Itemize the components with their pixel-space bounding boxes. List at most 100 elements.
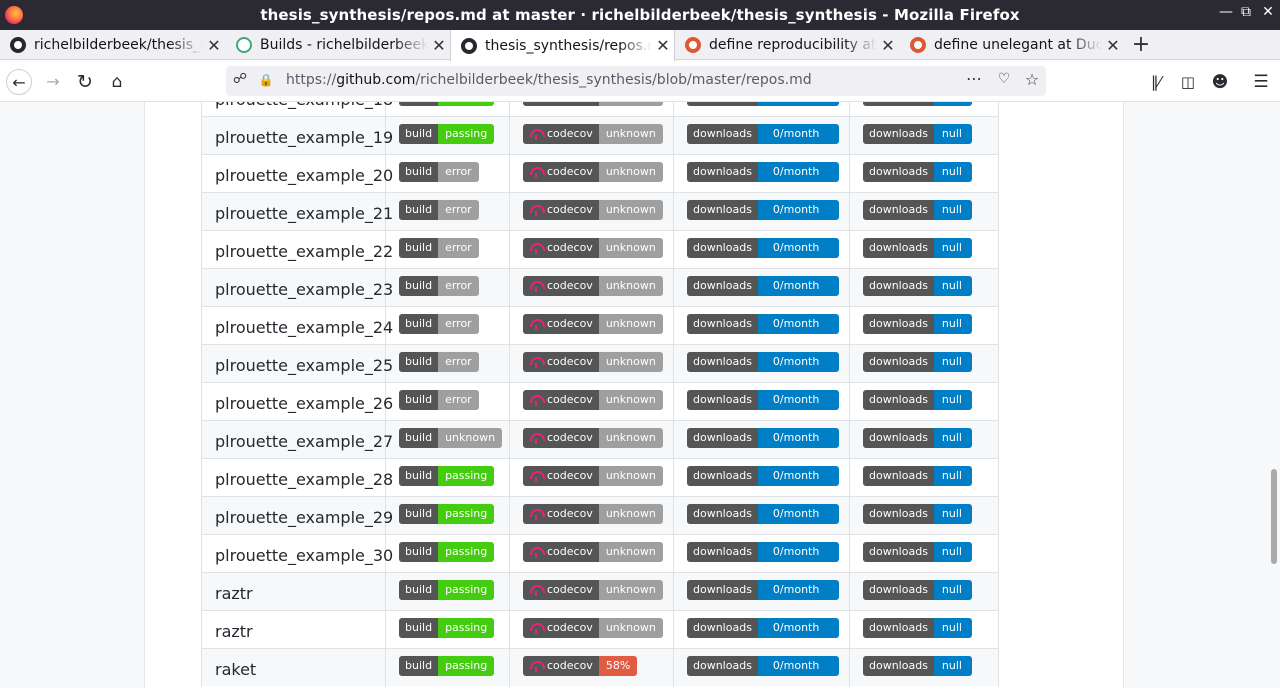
downloads-total-badge[interactable]: downloadsnull <box>863 656 972 676</box>
build-badge[interactable]: build error <box>399 276 479 296</box>
downloads-total-badge[interactable]: downloadsnull <box>863 504 972 524</box>
downloads-total-badge[interactable]: downloadsnull <box>863 162 972 182</box>
codecov-badge[interactable]: codecov unknown <box>523 352 663 372</box>
bookmark-star-icon[interactable]: ☆ <box>1022 70 1042 89</box>
codecov-badge[interactable]: codecov unknown <box>523 466 663 486</box>
tab-3[interactable]: define reproducibility at DuckDuckGo ✕ <box>675 30 899 60</box>
downloads-month-badge[interactable]: downloads0/month <box>687 656 840 676</box>
downloads-total-badge[interactable]: downloadsnull <box>863 124 972 144</box>
downloads-month-badge[interactable]: downloads0/month <box>687 102 840 106</box>
close-tab-icon[interactable]: ✕ <box>877 36 899 55</box>
account-icon[interactable]: ☻ <box>1207 69 1233 95</box>
downloads-month-badge[interactable]: downloads0/month <box>687 466 840 486</box>
build-badge[interactable]: buildpassing <box>399 504 495 524</box>
build-badge[interactable]: buildpassing <box>399 102 495 106</box>
close-tab-icon[interactable]: ✕ <box>203 36 225 55</box>
downloads-total-badge[interactable]: downloadsnull <box>863 428 972 448</box>
downloads-total-badge[interactable]: downloadsnull <box>863 618 972 638</box>
codecov-badge[interactable]: codecov unknown <box>523 238 663 258</box>
downloads-total-badge[interactable]: downloadsnull <box>863 238 972 258</box>
tab-2[interactable]: thesis_synthesis/repos.md at master ✕ <box>450 30 675 61</box>
downloads-month-badge[interactable]: downloads0/month <box>687 504 840 524</box>
codecov-badge[interactable]: codecov unknown <box>523 102 663 106</box>
downloads-month-badge[interactable]: downloads0/month <box>687 162 840 182</box>
restore-icon[interactable]: ⧉ <box>1236 4 1256 20</box>
codecov-badge[interactable]: codecov unknown <box>523 124 663 144</box>
back-icon[interactable]: ← <box>6 69 32 95</box>
close-tab-icon[interactable]: ✕ <box>1102 36 1124 55</box>
downloads-total-badge[interactable]: downloadsnull <box>863 276 972 296</box>
codecov-badge[interactable]: codecov 58% <box>523 656 638 676</box>
downloads-total-badge[interactable]: downloadsnull <box>863 390 972 410</box>
build-badge[interactable]: build error <box>399 162 479 182</box>
tab-1[interactable]: Builds - richelbilderbeek/thesis_synthes… <box>226 30 450 60</box>
tab-0[interactable]: richelbilderbeek/thesis_synthesis ✕ <box>0 30 225 60</box>
build-badge[interactable]: build error <box>399 238 479 258</box>
downloads-total-badge[interactable]: downloadsnull <box>863 314 972 334</box>
close-tab-icon[interactable]: ✕ <box>428 36 450 55</box>
duckduckgo-icon <box>685 37 701 53</box>
close-tab-icon[interactable]: ✕ <box>652 36 674 55</box>
build-badge[interactable]: build unknown <box>399 428 503 448</box>
downloads-total-badge[interactable]: downloadsnull <box>863 466 972 486</box>
codecov-badge[interactable]: codecov unknown <box>523 200 663 220</box>
build-badge[interactable]: build error <box>399 314 479 334</box>
downloads-month-badge[interactable]: downloads0/month <box>687 124 840 144</box>
codecov-cell: codecov unknown <box>510 497 674 535</box>
codecov-badge[interactable]: codecov unknown <box>523 162 663 182</box>
pocket-icon[interactable]: ♡ <box>994 71 1014 87</box>
minimize-icon[interactable]: — <box>1216 4 1236 20</box>
scrollbar-thumb[interactable] <box>1271 469 1277 564</box>
downloads-total-badge[interactable]: downloadsnull <box>863 580 972 600</box>
codecov-badge[interactable]: codecov unknown <box>523 580 663 600</box>
menu-icon[interactable]: ☰ <box>1248 69 1274 95</box>
downloads-month-badge[interactable]: downloads0/month <box>687 618 840 638</box>
codecov-badge[interactable]: codecov unknown <box>523 314 663 334</box>
downloads-total-badge[interactable]: downloadsnull <box>863 102 972 106</box>
codecov-badge[interactable]: codecov unknown <box>523 276 663 296</box>
downloads-total-badge[interactable]: downloadsnull <box>863 200 972 220</box>
new-tab-icon[interactable]: + <box>1130 32 1152 57</box>
forward-icon[interactable]: → <box>40 69 66 95</box>
downloads-month-badge[interactable]: downloads0/month <box>687 200 840 220</box>
downloads-month-badge[interactable]: downloads0/month <box>687 428 840 448</box>
build-badge[interactable]: buildpassing <box>399 656 495 676</box>
build-badge[interactable]: buildpassing <box>399 580 495 600</box>
build-badge[interactable]: buildpassing <box>399 542 495 562</box>
codecov-badge[interactable]: codecov unknown <box>523 390 663 410</box>
build-badge[interactable]: build error <box>399 390 479 410</box>
close-window-icon[interactable]: ✕ <box>1258 4 1278 20</box>
downloads-month-badge[interactable]: downloads0/month <box>687 542 840 562</box>
url-bar[interactable]: ☍ 🔒 https://github.com/richelbilderbeek/… <box>226 66 1046 96</box>
downloads-month-badge[interactable]: downloads0/month <box>687 580 840 600</box>
shield-icon[interactable]: ☍ <box>230 71 250 87</box>
downloads-month-badge[interactable]: downloads0/month <box>687 276 840 296</box>
downloads-month-badge[interactable]: downloads0/month <box>687 314 840 334</box>
home-icon[interactable]: ⌂ <box>104 69 130 95</box>
codecov-badge[interactable]: codecov unknown <box>523 504 663 524</box>
codecov-badge[interactable]: codecov unknown <box>523 428 663 448</box>
downloads-month-badge[interactable]: downloads0/month <box>687 352 840 372</box>
scrollbar[interactable] <box>1268 102 1280 688</box>
tab-4[interactable]: define unelegant at DuckDuckGo ✕ <box>900 30 1124 60</box>
codecov-badge[interactable]: codecov unknown <box>523 618 663 638</box>
build-badge[interactable]: build error <box>399 200 479 220</box>
sidebar-icon[interactable]: ◫ <box>1175 69 1201 95</box>
library-icon[interactable]: ‖⁄ <box>1143 69 1169 95</box>
build-badge[interactable]: buildpassing <box>399 466 495 486</box>
build-badge[interactable]: buildpassing <box>399 124 495 144</box>
url-text[interactable]: https://github.com/richelbilderbeek/thes… <box>286 72 812 88</box>
build-status: passing <box>438 542 495 562</box>
downloads-total-badge[interactable]: downloadsnull <box>863 352 972 372</box>
badge-label: codecov <box>547 241 593 254</box>
lock-icon[interactable]: 🔒 <box>256 73 276 87</box>
downloads-total-badge[interactable]: downloadsnull <box>863 542 972 562</box>
build-badge[interactable]: buildpassing <box>399 618 495 638</box>
downloads-month-badge[interactable]: downloads0/month <box>687 390 840 410</box>
codecov-badge[interactable]: codecov unknown <box>523 542 663 562</box>
reload-icon[interactable]: ↻ <box>72 69 98 95</box>
build-badge[interactable]: build error <box>399 352 479 372</box>
badge-label: downloads <box>863 466 934 486</box>
downloads-month-badge[interactable]: downloads0/month <box>687 238 840 258</box>
page-actions-icon[interactable]: ⋯ <box>964 69 984 88</box>
